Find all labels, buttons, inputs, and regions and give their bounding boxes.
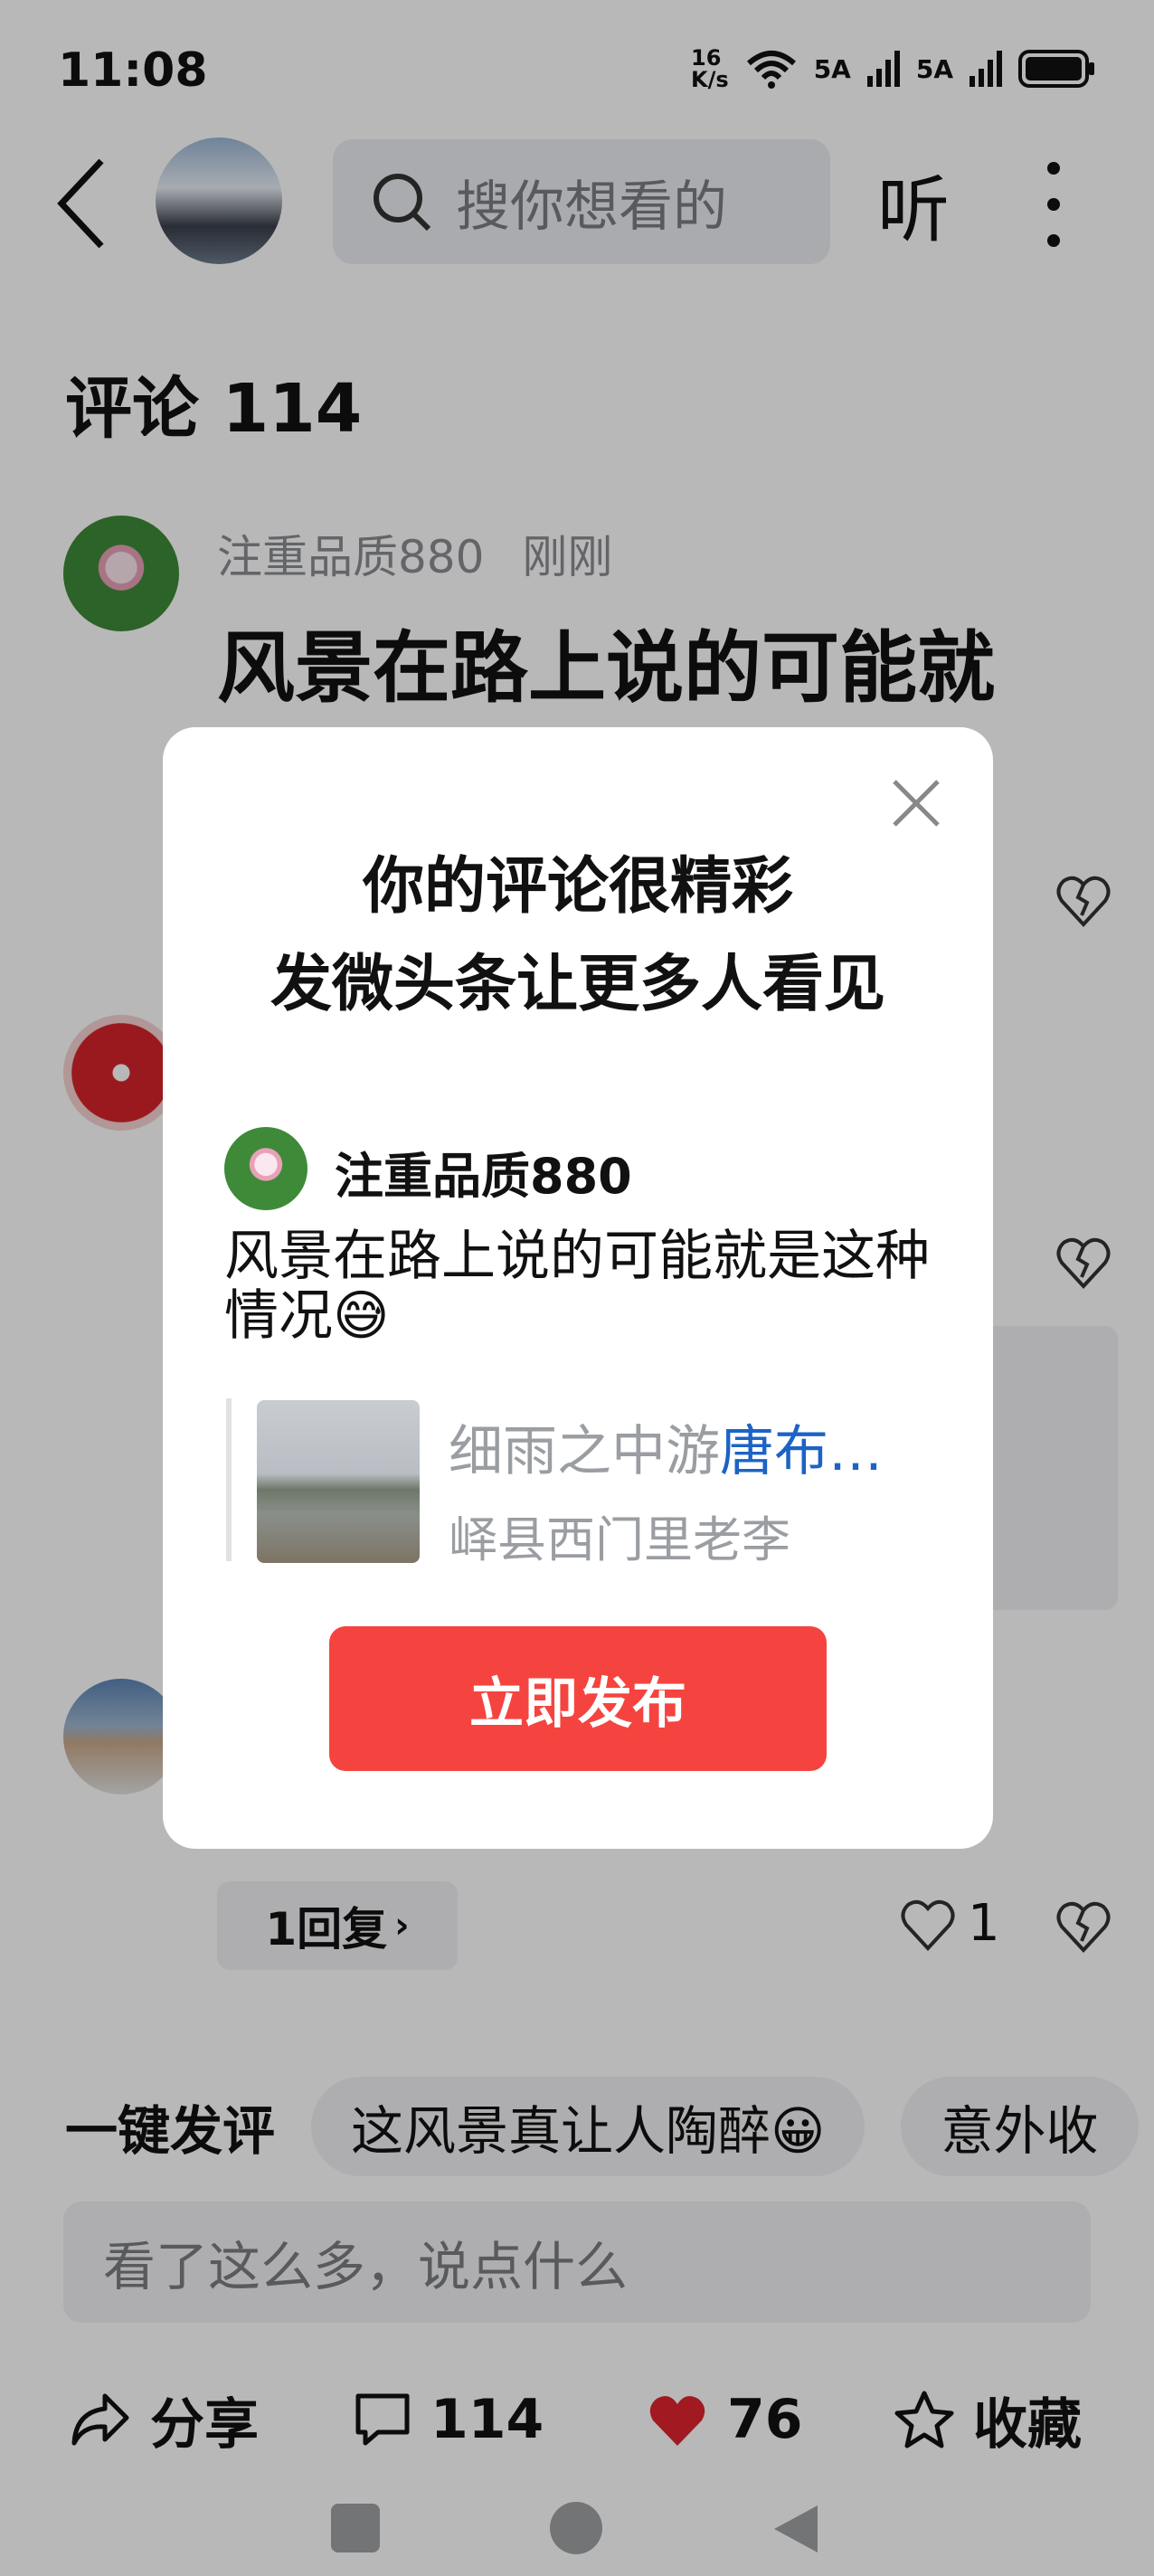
publish-button[interactable]: 立即发布: [329, 1626, 827, 1771]
quote-bar: [226, 1398, 232, 1561]
comment-preview: 风景在路上说的可能就是这种情况😅: [224, 1225, 930, 1348]
close-icon[interactable]: [891, 778, 941, 829]
article-thumbnail: [257, 1400, 420, 1563]
modal-title-line1: 你的评论很精彩: [362, 851, 793, 923]
publish-modal: 你的评论很精彩 发微头条让更多人看见 注重品质880 风景在路上说的可能就是这种…: [163, 727, 993, 1849]
user-avatar: [224, 1127, 307, 1210]
article-author: 峄县西门里老李: [449, 1511, 790, 1568]
article-title: 细雨之中游唐布…: [449, 1407, 883, 1486]
article-title-text: 细雨之中游: [449, 1420, 720, 1483]
modal-title-line2: 发微头条让更多人看见: [270, 949, 885, 1020]
article-title-link: 唐布…: [720, 1420, 883, 1483]
user-name: 注重品质880: [335, 1148, 632, 1205]
